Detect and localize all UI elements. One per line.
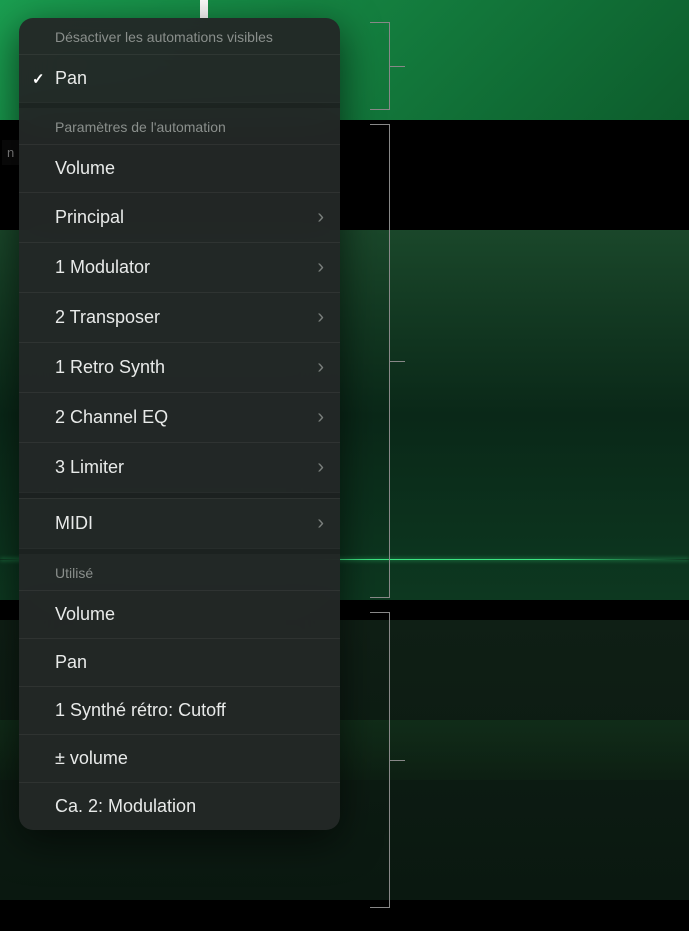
callout-bracket-2 [370,124,390,598]
menu-item-modulator[interactable]: 1 Modulator › [19,242,340,292]
menu-item-label: 1 Modulator [55,257,150,278]
menu-item-label: Pan [55,68,87,89]
chevron-right-icon: › [317,356,324,379]
menu-item-label: 3 Limiter [55,457,124,478]
menu-item-volume[interactable]: Volume [19,144,340,192]
callout-bracket-3 [370,612,390,908]
menu-item-label: 2 Transposer [55,307,160,328]
menu-item-channeleq[interactable]: 2 Channel EQ › [19,392,340,442]
menu-item-used-cutoff[interactable]: 1 Synthé rétro: Cutoff [19,686,340,734]
menu-item-used-modulation[interactable]: Ca. 2: Modulation [19,782,340,830]
menu-item-label: Pan [55,652,87,673]
menu-item-used-pmvolume[interactable]: ± volume [19,734,340,782]
menu-item-transposer[interactable]: 2 Transposer › [19,292,340,342]
chevron-right-icon: › [317,456,324,479]
chevron-right-icon: › [317,256,324,279]
section-header-used: Utilisé [19,554,340,590]
chevron-right-icon: › [317,512,324,535]
menu-item-pan-disable[interactable]: Pan [19,54,340,102]
menu-item-label: ± volume [55,748,128,769]
menu-item-label: Ca. 2: Modulation [55,796,196,817]
bracket-tick [389,760,405,761]
menu-item-label: 1 Synthé rétro: Cutoff [55,700,226,721]
chevron-right-icon: › [317,306,324,329]
menu-item-label: Principal [55,207,124,228]
menu-item-limiter[interactable]: 3 Limiter › [19,442,340,492]
menu-item-label: MIDI [55,513,93,534]
menu-item-principal[interactable]: Principal › [19,192,340,242]
bracket-tick [389,66,405,67]
callout-bracket-1 [370,22,390,110]
side-label: n [2,140,19,165]
chevron-right-icon: › [317,406,324,429]
menu-item-label: Volume [55,604,115,625]
section-header-params: Paramètres de l'automation [19,108,340,144]
menu-item-label: 2 Channel EQ [55,407,168,428]
menu-item-used-volume[interactable]: Volume [19,590,340,638]
menu-item-midi[interactable]: MIDI › [19,498,340,548]
menu-item-used-pan[interactable]: Pan [19,638,340,686]
menu-item-label: Volume [55,158,115,179]
bracket-tick [389,361,405,362]
menu-item-label: 1 Retro Synth [55,357,165,378]
menu-item-retrosynth[interactable]: 1 Retro Synth › [19,342,340,392]
section-header-disable: Désactiver les automations visibles [19,18,340,54]
chevron-right-icon: › [317,206,324,229]
automation-parameter-popup: Désactiver les automations visibles Pan … [19,18,340,830]
